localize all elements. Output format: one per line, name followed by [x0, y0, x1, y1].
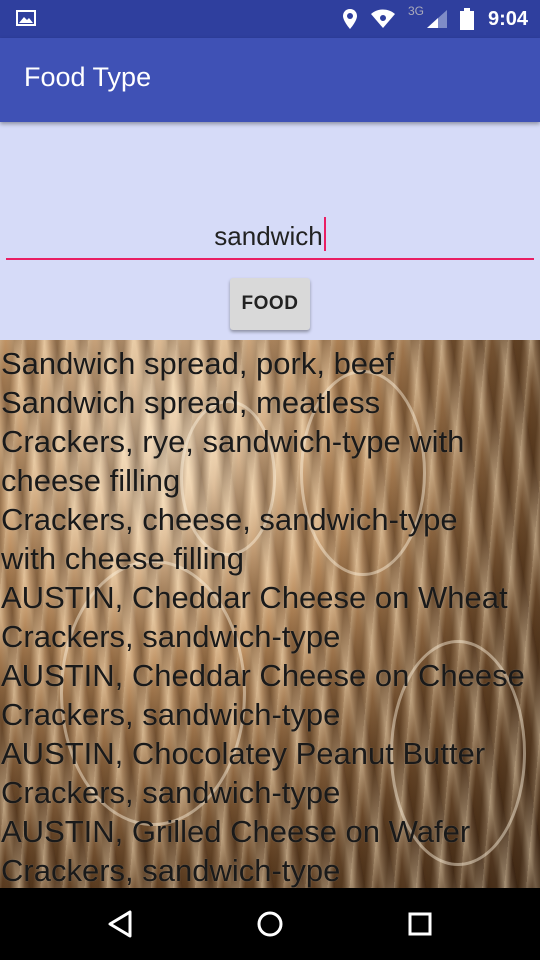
status-bar: 3G 9:04 [0, 0, 540, 38]
text-cursor [323, 217, 326, 251]
app-bar: Food Type [0, 38, 540, 122]
results-list: Sandwich spread, pork, beef Sandwich spr… [0, 344, 525, 888]
list-item[interactable]: Sandwich spread, meatless [0, 383, 525, 422]
list-item[interactable]: with cheese filling [0, 539, 525, 578]
list-item[interactable]: Crackers, cheese, sandwich-type [0, 500, 525, 539]
list-item[interactable]: AUSTIN, Cheddar Cheese on Cheese [0, 656, 525, 695]
signal-icon [426, 10, 447, 28]
food-search-value: sandwich [214, 221, 323, 251]
input-panel: sandwich FOOD [0, 122, 540, 340]
results-list-container[interactable]: Sandwich spread, pork, beef Sandwich spr… [0, 340, 540, 888]
food-search-input[interactable]: sandwich [6, 214, 534, 260]
home-icon[interactable] [252, 906, 288, 942]
status-time: 9:04 [487, 7, 528, 30]
screen: 3G 9:04 Food Type sandwich FOOD Sandwich [0, 0, 540, 960]
back-icon[interactable] [102, 906, 138, 942]
app-title: Food Type [24, 62, 152, 92]
location-icon [342, 9, 357, 29]
list-item[interactable]: AUSTIN, Chocolatey Peanut Butter [0, 734, 525, 773]
battery-icon [459, 8, 474, 30]
recents-icon[interactable] [402, 906, 438, 942]
network-type-label: 3G [407, 4, 424, 18]
status-icons: 3G 9:04 [342, 0, 528, 38]
list-item[interactable]: Crackers, sandwich-type [0, 773, 525, 812]
navigation-bar [0, 888, 540, 960]
list-item[interactable]: AUSTIN, Cheddar Cheese on Wheat [0, 578, 525, 617]
list-item[interactable]: Crackers, sandwich-type [0, 851, 525, 888]
food-button[interactable]: FOOD [230, 278, 310, 330]
list-item[interactable]: cheese filling [0, 461, 525, 500]
image-icon [16, 10, 36, 26]
list-item[interactable]: Crackers, sandwich-type [0, 695, 525, 734]
list-item[interactable]: Crackers, rye, sandwich-type with [0, 422, 525, 461]
list-item[interactable]: AUSTIN, Grilled Cheese on Wafer [0, 812, 525, 851]
wifi-icon [370, 9, 395, 28]
list-item[interactable]: Crackers, sandwich-type [0, 617, 525, 656]
list-item[interactable]: Sandwich spread, pork, beef [0, 344, 525, 383]
